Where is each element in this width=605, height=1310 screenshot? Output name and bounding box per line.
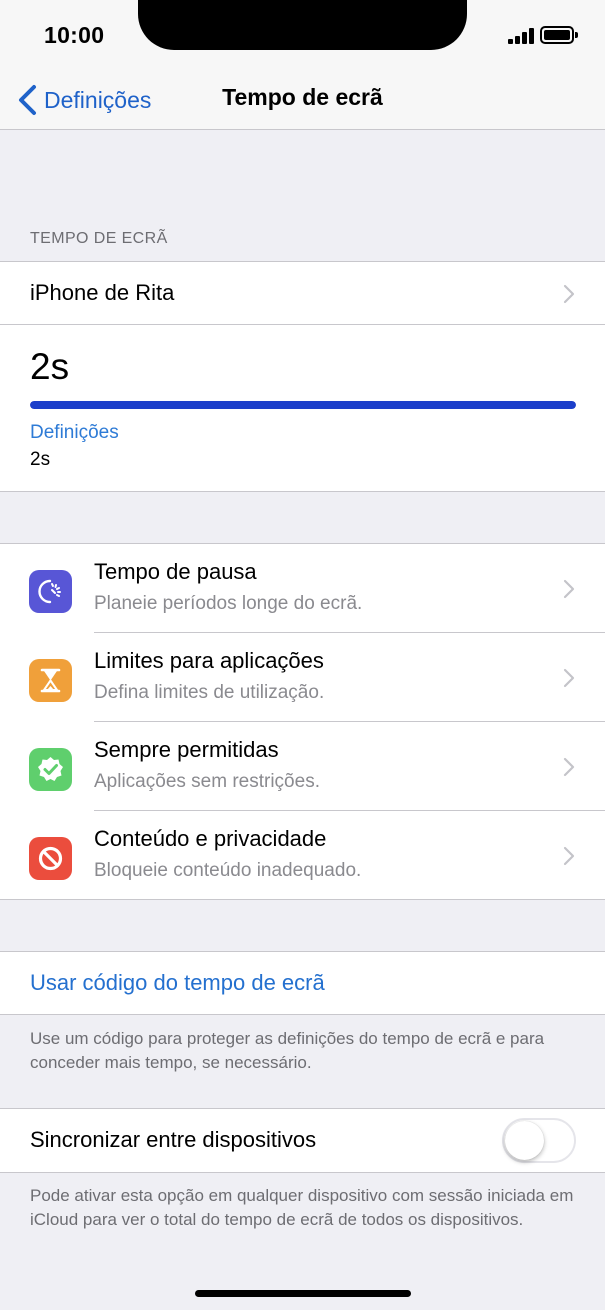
list-item-subtitle: Defina limites de utilização.	[94, 682, 325, 703]
list-item-subtitle: Aplicações sem restrições.	[94, 771, 320, 792]
screen: 10:00 Definições Tempo de ecrã TEMPO DE …	[0, 0, 605, 1310]
list-item-title: Limites para aplicações	[94, 648, 324, 673]
chevron-right-icon	[563, 284, 575, 304]
sync-footer: Pode ativar esta opção em qualquer dispo…	[30, 1186, 574, 1229]
list-item-always-allowed[interactable]: Sempre permitidas Aplicações sem restriç…	[0, 722, 605, 811]
chevron-right-icon	[563, 757, 575, 777]
cellular-signal-icon	[508, 28, 536, 44]
chevron-right-icon	[563, 579, 575, 599]
category-label: Definições	[30, 422, 119, 443]
list-item-title: Tempo de pausa	[94, 559, 257, 584]
restriction-icon	[29, 837, 72, 880]
list-item-subtitle: Bloqueie conteúdo inadequado.	[94, 860, 362, 881]
home-indicator[interactable]	[195, 1290, 411, 1297]
usage-progress-bar	[30, 401, 576, 409]
chevron-right-icon	[563, 668, 575, 688]
status-bar: 10:00	[0, 0, 605, 70]
passcode-group: Usar código do tempo de ecrã	[0, 951, 605, 1015]
passcode-footer: Use um código para proteger as definiçõe…	[30, 1029, 545, 1072]
list-item-content-privacy[interactable]: Conteúdo e privacidade Bloqueie conteúdo…	[0, 811, 605, 900]
device-name: iPhone de Rita	[30, 280, 175, 305]
list-item-subtitle: Planeie períodos longe do ecrã.	[94, 593, 363, 614]
sync-label: Sincronizar entre dispositivos	[30, 1127, 317, 1152]
screen-time-summary: iPhone de Rita 2s Definições 2s	[0, 261, 605, 492]
status-time: 10:00	[44, 22, 105, 48]
screen-time-options: Tempo de pausa Planeie períodos longe do…	[0, 543, 605, 900]
sync-toggle[interactable]	[502, 1118, 576, 1163]
list-item-app-limits[interactable]: Limites para aplicações Defina limites d…	[0, 633, 605, 722]
category-value: 2s	[30, 449, 51, 470]
list-item-title: Sempre permitidas	[94, 737, 279, 762]
chevron-right-icon	[563, 846, 575, 866]
section-header: TEMPO DE ECRÃ	[30, 230, 168, 247]
battery-icon	[540, 26, 578, 44]
hourglass-icon	[29, 659, 72, 702]
usage-progress-fill	[30, 401, 576, 409]
navigation-bar: Definições Tempo de ecrã	[0, 70, 605, 130]
checkmark-badge-icon	[29, 748, 72, 791]
notch	[138, 0, 467, 50]
page-title: Tempo de ecrã	[222, 84, 383, 110]
device-row[interactable]: iPhone de Rita	[0, 262, 605, 325]
toggle-knob	[505, 1121, 544, 1160]
use-passcode-link[interactable]: Usar código do tempo de ecrã	[30, 970, 325, 996]
list-item-title: Conteúdo e privacidade	[94, 826, 327, 851]
downtime-icon	[29, 570, 72, 613]
list-item-downtime[interactable]: Tempo de pausa Planeie períodos longe do…	[0, 544, 605, 633]
sync-group: Sincronizar entre dispositivos	[0, 1108, 605, 1173]
total-screen-time: 2s	[30, 346, 70, 387]
